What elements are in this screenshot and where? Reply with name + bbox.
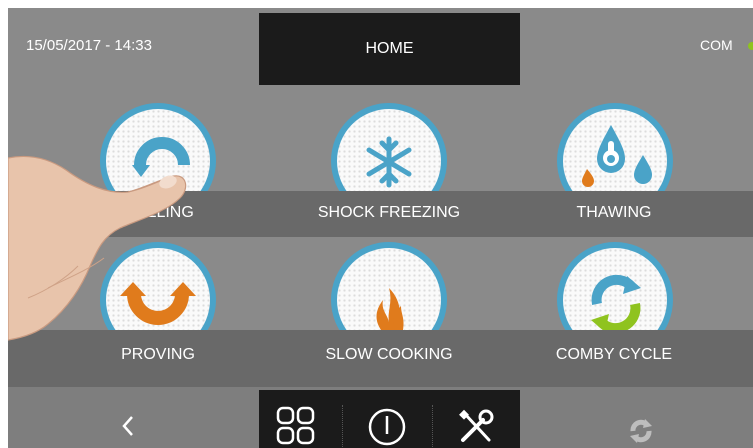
- tools-icon[interactable]: [457, 408, 495, 446]
- home-screen: 15/05/2017 - 14:33 HOME COM SHOCK FREEZI…: [8, 8, 753, 448]
- power-icon[interactable]: [367, 407, 407, 447]
- comby-cycle-tile[interactable]: [557, 242, 673, 330]
- flames-icon: [376, 288, 404, 330]
- thawing-label[interactable]: THAWING: [514, 204, 714, 222]
- shock-freezing-label[interactable]: SHOCK FREEZING: [289, 204, 489, 222]
- slow-cooking-label[interactable]: SLOW COOKING: [289, 346, 489, 364]
- comby-cycle-label[interactable]: COMBY CYCLE: [514, 346, 714, 364]
- chevron-left-icon[interactable]: [120, 415, 136, 437]
- pointing-hand-image: [8, 155, 187, 341]
- proving-label[interactable]: PROVING: [58, 346, 258, 364]
- slow-cooking-tile[interactable]: [331, 242, 447, 330]
- nav-separator: [432, 405, 434, 447]
- sync-icon[interactable]: [627, 417, 655, 445]
- cycle-arrows-icon: [591, 274, 641, 330]
- nav-separator: [342, 405, 344, 447]
- grid-menu-icon[interactable]: [275, 405, 317, 447]
